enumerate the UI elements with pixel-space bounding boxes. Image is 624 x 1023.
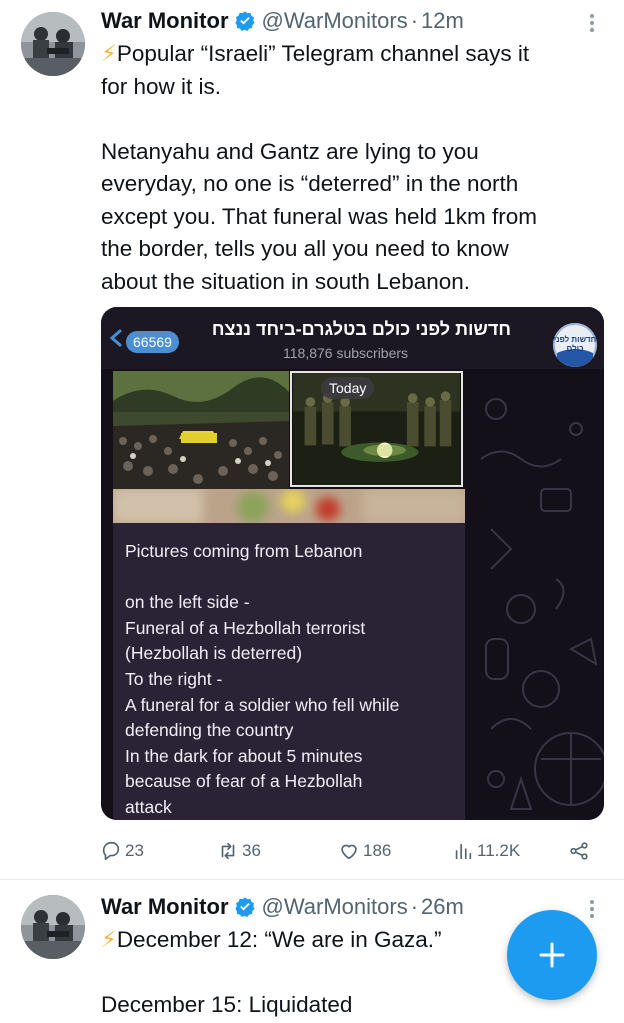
views-icon xyxy=(455,843,472,860)
tweet-line: about the situation in south Lebanon. xyxy=(101,268,471,294)
tweet-line: ⚡Popular “Israeli” Telegram channel says… xyxy=(101,41,530,66)
channel-logo-text: חדשות לפני כולם xyxy=(553,335,597,353)
tweet[interactable]: War Monitor @WarMonitors · 12m ⚡Popular … xyxy=(0,0,624,880)
like-button[interactable]: 186 xyxy=(338,838,391,864)
plus-icon xyxy=(539,942,565,968)
like-count: 186 xyxy=(363,841,392,860)
subscriber-count: 118,876 subscribers xyxy=(283,345,409,361)
message-line: (Hezbollah is deterred) xyxy=(125,643,303,664)
tweet-line: the border, tells you all you need to kn… xyxy=(101,236,509,261)
separator-dot: · xyxy=(410,894,419,919)
tweet-line: Netanyahu and Gantz are lying to you xyxy=(101,138,479,164)
author-name[interactable]: War Monitor xyxy=(101,894,229,920)
lightning-emoji-icon: ⚡ xyxy=(101,41,117,66)
message-line: defending the country xyxy=(125,720,294,741)
reply-icon xyxy=(102,841,120,861)
channel-title: חדשות לפני כולם בטלגרם-ביחד ננצח xyxy=(211,319,511,339)
media-image[interactable]: 66569 חדשות לפני כולם בטלגרם-ביחד ננצח 1… xyxy=(101,307,604,820)
author-handle[interactable]: @WarMonitors xyxy=(262,894,408,920)
more-dots-icon[interactable] xyxy=(582,8,602,38)
message-line: To the right - xyxy=(125,668,223,689)
reply-button[interactable]: 23 xyxy=(100,838,144,864)
tweet-line: except you. That funeral was held 1km fr… xyxy=(101,203,538,229)
share-button[interactable] xyxy=(568,838,593,864)
more-dots-icon[interactable] xyxy=(582,894,602,924)
soldiers-night-photo xyxy=(290,371,463,487)
view-count: 11.2K xyxy=(477,841,521,860)
message-line: In the dark for about 5 minutes xyxy=(125,745,363,766)
compose-button[interactable] xyxy=(507,910,597,1000)
message-bubble: Pictures coming from Lebanon on the left… xyxy=(113,523,465,820)
message-text: Pictures coming from Lebanon on the left… xyxy=(125,523,465,820)
message-line: because of fear of a Hezbollah xyxy=(125,771,363,792)
funeral-crowd-photo xyxy=(113,371,289,489)
tweet-header: War Monitor @WarMonitors · 26m xyxy=(101,892,464,922)
tweet-actions: 23 36 186 11.2K xyxy=(100,838,600,864)
tweet-header: War Monitor @WarMonitors · 12m xyxy=(101,6,464,36)
tweet-line: everyday, no one is “deterred” in the no… xyxy=(101,171,519,196)
message-line: Funeral of a Hezbollah terrorist xyxy=(125,617,366,638)
tweet-timestamp[interactable]: 26m xyxy=(421,894,464,920)
avatar[interactable] xyxy=(21,12,85,76)
author-name[interactable]: War Monitor xyxy=(101,8,229,34)
back-arrow-icon xyxy=(109,329,122,347)
unread-count-badge: 66569 xyxy=(126,331,179,353)
reply-count: 23 xyxy=(125,841,144,860)
channel-avatar: חדשות לפני כולם xyxy=(553,323,597,367)
retweet-count: 36 xyxy=(242,841,261,860)
avatar[interactable] xyxy=(21,895,85,959)
message-line: Pictures coming from Lebanon xyxy=(125,541,363,561)
avatar-image xyxy=(21,895,85,959)
tweet-text: ⚡Popular “Israeli” Telegram channel says… xyxy=(101,38,601,298)
author-handle[interactable]: @WarMonitors xyxy=(262,8,408,34)
verified-badge-icon xyxy=(234,10,256,32)
message-line: attack xyxy=(125,796,172,817)
tweet-timestamp[interactable]: 12m xyxy=(421,8,464,34)
message-line: A funeral for a soldier who fell while xyxy=(125,694,400,715)
date-chip: Today xyxy=(321,377,375,399)
avatar-image xyxy=(21,12,85,76)
tweet-line: December 15: Liquidated xyxy=(101,992,353,1017)
verified-badge-icon xyxy=(234,896,256,918)
share-icon xyxy=(570,842,588,860)
views-button[interactable]: 11.2K xyxy=(452,838,520,864)
retweet-icon xyxy=(221,842,235,860)
lightning-emoji-icon: ⚡ xyxy=(101,927,117,952)
tweet-divider xyxy=(0,879,624,880)
heart-icon xyxy=(341,844,357,860)
blurred-strip xyxy=(113,489,465,523)
message-line: on the left side - xyxy=(125,592,250,613)
retweet-button[interactable]: 36 xyxy=(217,838,261,864)
separator-dot: · xyxy=(410,8,419,33)
telegram-header: 66569 חדשות לפני כולם בטלגרם-ביחד ננצח 1… xyxy=(101,307,604,369)
tweet-line xyxy=(101,103,601,136)
message-line xyxy=(125,565,465,591)
tweet-line: for how it is. xyxy=(101,73,222,99)
